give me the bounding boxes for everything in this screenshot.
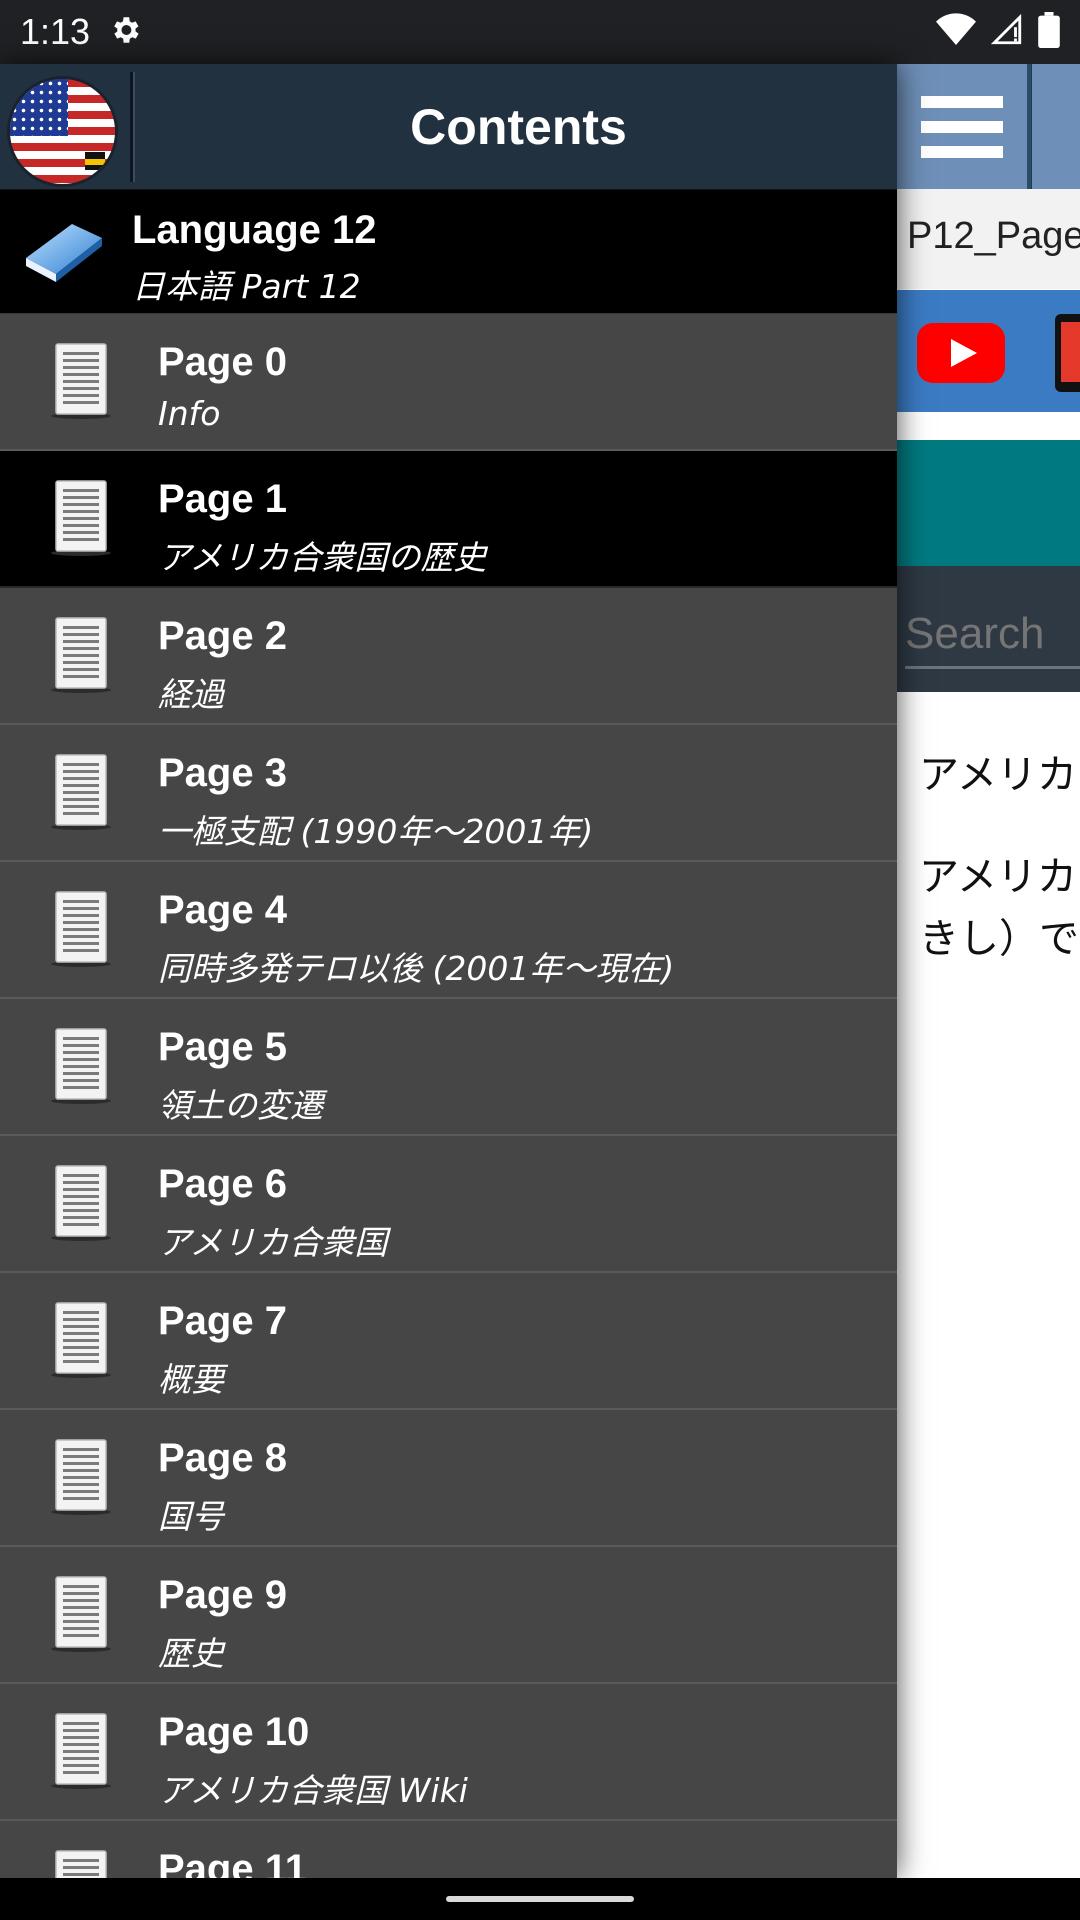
group-subtitle: 日本語 Part 12 xyxy=(132,267,361,306)
page-title: Page 8 xyxy=(158,1436,287,1480)
menu-button[interactable] xyxy=(897,64,1031,189)
wifi-icon xyxy=(936,13,976,51)
book-icon xyxy=(26,224,102,282)
home-handle[interactable] xyxy=(446,1896,634,1902)
page-title: Page 10 xyxy=(158,1710,310,1754)
page-icon xyxy=(51,1302,111,1378)
page-icon xyxy=(51,1439,111,1515)
page-subtitle: 一極支配 (1990年～2001年) xyxy=(158,812,594,851)
page-subtitle: Info xyxy=(158,394,221,433)
page-subtitle: 経過 xyxy=(158,675,224,714)
page-icon xyxy=(51,1576,111,1652)
group-title: Language 12 xyxy=(132,208,377,252)
page-list-item-9[interactable]: Page 9 歴史 xyxy=(0,1547,897,1684)
page-title: Page 3 xyxy=(158,751,287,795)
page-tab[interactable]: P12_Page xyxy=(897,189,1080,289)
page-title: Page 0 xyxy=(158,340,287,384)
content-paragraph-2-line-2: きし）で xyxy=(919,916,1079,962)
page-title: Page 7 xyxy=(158,1299,287,1343)
main-content: P12_Page アメリカ アメリカ きし）で xyxy=(897,64,1080,1878)
drawer-title: Contents xyxy=(410,98,627,155)
page-list-item-0[interactable]: Page 0 Info xyxy=(0,314,897,451)
page-list-item-2[interactable]: Page 2 経過 xyxy=(0,588,897,725)
page-list-item-6[interactable]: Page 6 アメリカ合衆国 xyxy=(0,1136,897,1273)
page-subtitle: 概要 xyxy=(158,1360,224,1399)
page-list: Page 0 Info Page 1 アメリカ合衆国の歴史 Page 2 経過 … xyxy=(0,314,897,1878)
page-title: Page 11 xyxy=(158,1847,308,1878)
page-list-item-7[interactable]: Page 7 概要 xyxy=(0,1273,897,1410)
search-input[interactable] xyxy=(905,606,1080,662)
battery-icon xyxy=(1038,12,1060,52)
gear-icon xyxy=(108,13,142,51)
media-bar xyxy=(897,290,1080,412)
main-toolbar xyxy=(897,64,1080,189)
page-subtitle: 同時多発テロ以後 (2001年～現在) xyxy=(158,949,675,988)
page-title: Page 6 xyxy=(158,1162,287,1206)
page-title: Page 9 xyxy=(158,1573,287,1617)
page-list-item-8[interactable]: Page 8 国号 xyxy=(0,1410,897,1547)
hamburger-icon xyxy=(921,95,1003,158)
status-right xyxy=(936,12,1060,52)
page-icon xyxy=(51,1713,111,1789)
header-divider xyxy=(130,72,133,182)
page-list-item-1[interactable]: Page 1 アメリカ合衆国の歴史 xyxy=(0,451,897,588)
page-list-item-3[interactable]: Page 3 一極支配 (1990年～2001年) xyxy=(0,725,897,862)
language-group[interactable]: Language 12 日本語 Part 12 xyxy=(0,190,897,315)
page-list-item-5[interactable]: Page 5 領土の変遷 xyxy=(0,999,897,1136)
page-tab-label: P12_Page xyxy=(907,215,1080,257)
document-icon[interactable] xyxy=(1055,314,1080,392)
youtube-icon[interactable] xyxy=(917,323,1005,383)
page-icon xyxy=(51,1165,111,1241)
page-title: Page 4 xyxy=(158,888,287,932)
content-paragraph-1: アメリカ xyxy=(919,752,1077,798)
page-subtitle: 国号 xyxy=(158,1497,224,1536)
page-list-item-4[interactable]: Page 4 同時多発テロ以後 (2001年～現在) xyxy=(0,862,897,999)
teal-banner xyxy=(897,440,1080,566)
search-underline xyxy=(905,666,1080,669)
page-icon xyxy=(51,480,111,556)
content-paragraph-2-line-1: アメリカ xyxy=(919,854,1077,900)
page-subtitle: アメリカ合衆国の歴史 xyxy=(158,538,487,577)
page-list-item-10[interactable]: Page 10 アメリカ合衆国 Wiki xyxy=(0,1684,897,1821)
us-flag-icon[interactable] xyxy=(10,79,115,184)
search-bar xyxy=(897,566,1080,692)
page-title: Page 2 xyxy=(158,614,287,658)
page-icon xyxy=(51,617,111,693)
page-icon xyxy=(55,1850,107,1878)
page-subtitle: 領土の変遷 xyxy=(158,1086,323,1125)
signal-icon xyxy=(990,13,1024,51)
status-left: 1:13 xyxy=(20,11,142,53)
page-icon xyxy=(51,1028,111,1104)
toolbar-button[interactable] xyxy=(1032,64,1080,189)
page-title: Page 5 xyxy=(158,1025,287,1069)
page-subtitle: アメリカ合衆国 Wiki xyxy=(158,1771,468,1810)
page-subtitle: アメリカ合衆国 xyxy=(158,1223,388,1262)
navigation-bar xyxy=(0,1878,1080,1920)
page-title: Page 1 xyxy=(158,477,287,521)
page-icon xyxy=(51,343,111,419)
page-list-item-11[interactable]: Page 11 xyxy=(0,1821,897,1878)
status-time: 1:13 xyxy=(20,11,91,52)
navigation-drawer: Contents Language 12 日本語 Part 12 Page 0 … xyxy=(0,64,897,1878)
page-subtitle: 歴史 xyxy=(158,1634,224,1673)
page-icon xyxy=(51,891,111,967)
status-bar: 1:13 xyxy=(0,0,1080,64)
page-icon xyxy=(51,754,111,830)
drawer-header: Contents xyxy=(0,64,897,191)
